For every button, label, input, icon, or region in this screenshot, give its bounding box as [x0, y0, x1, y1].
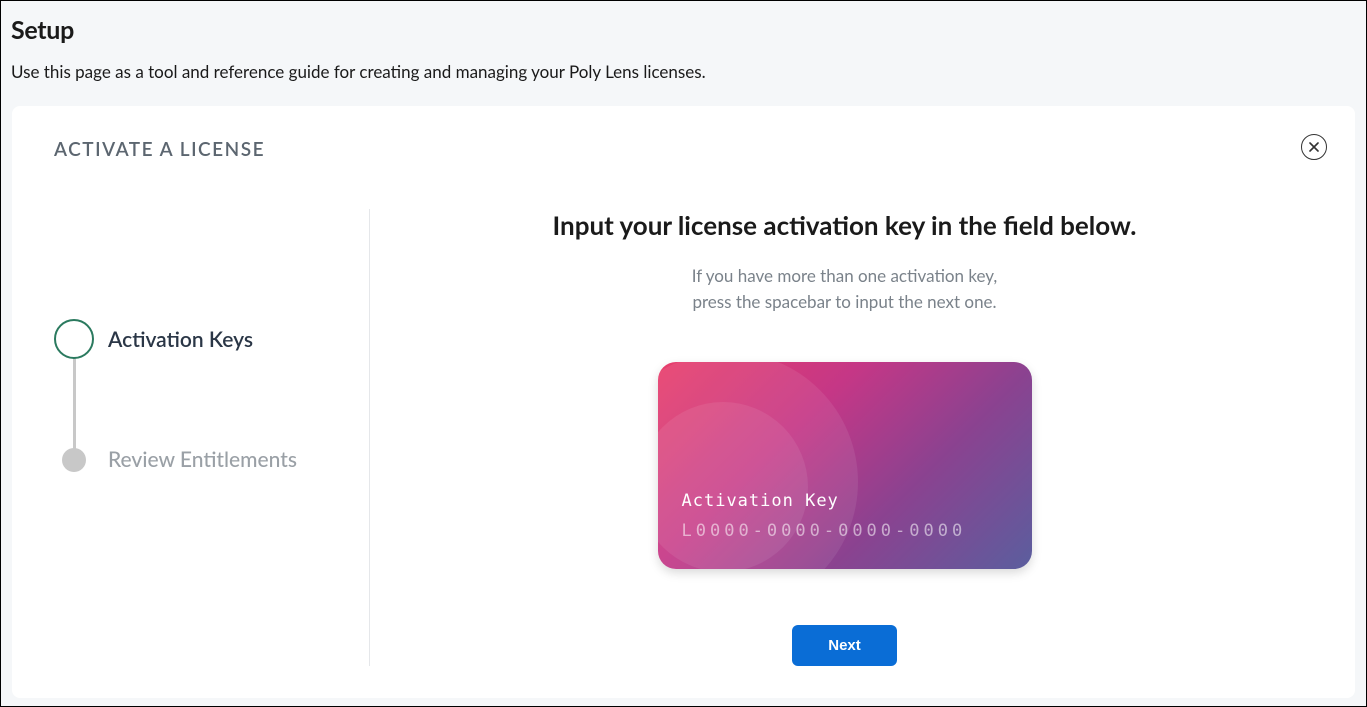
activation-key-card: Activation Key	[658, 362, 1032, 569]
step-label: Review Entitlements	[108, 447, 297, 472]
activation-key-label: Activation Key	[682, 491, 1008, 511]
sub-line-2: press the spacebar to input the next one…	[692, 291, 996, 312]
main-subtext: If you have more than one activation key…	[692, 263, 998, 316]
main-pane: Input your license activation key in the…	[370, 209, 1319, 666]
close-icon	[1309, 142, 1319, 152]
card-title: ACTIVATE A LICENSE	[54, 138, 1319, 161]
step-review-entitlements[interactable]: Review Entitlements	[54, 447, 369, 472]
step-bullet-active-icon	[54, 319, 94, 359]
next-button[interactable]: Next	[792, 625, 897, 666]
wizard-stepper: Activation Keys Review Entitlements	[54, 209, 369, 666]
step-activation-keys[interactable]: Activation Keys	[54, 319, 369, 359]
step-connector	[73, 357, 76, 457]
step-bullet-inactive-icon	[62, 448, 86, 472]
activation-key-input[interactable]	[682, 521, 1008, 541]
page-description: Use this page as a tool and reference gu…	[1, 51, 1366, 98]
sub-line-1: If you have more than one activation key…	[692, 265, 998, 286]
activate-license-card: ACTIVATE A LICENSE Activation Keys Revie…	[12, 106, 1355, 698]
step-label: Activation Keys	[108, 327, 253, 352]
main-heading: Input your license activation key in the…	[553, 209, 1137, 241]
page-title: Setup	[11, 15, 1356, 45]
close-button[interactable]	[1301, 134, 1327, 160]
